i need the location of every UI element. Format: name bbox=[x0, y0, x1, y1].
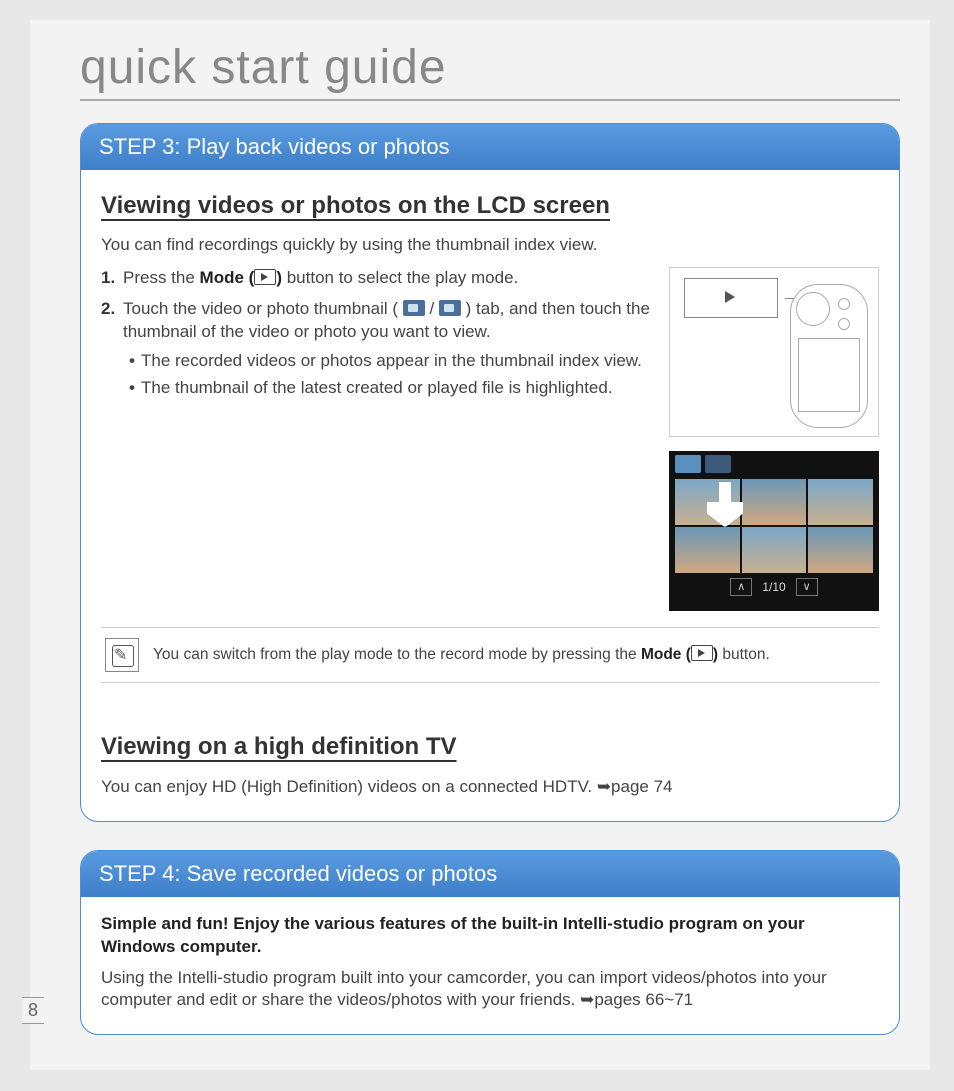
note-row: You can switch from the play mode to the… bbox=[101, 627, 879, 683]
video-tab-icon bbox=[403, 300, 425, 316]
step4-text: Using the Intelli-studio program built i… bbox=[101, 967, 879, 1013]
pagination-label: 1/10 bbox=[762, 579, 785, 595]
camera-lcd bbox=[798, 338, 860, 412]
thumbnail-screen: ∧ 1/10 ∨ bbox=[669, 451, 879, 611]
step4-header: STEP 4: Save recorded videos or photos bbox=[81, 851, 899, 897]
page-number: 8 bbox=[22, 997, 44, 1024]
thumbnail-cell bbox=[808, 479, 873, 525]
item1-text: Press the Mode () button to select the p… bbox=[123, 267, 653, 290]
play-mode-icon bbox=[254, 269, 276, 285]
device-diagram bbox=[669, 267, 879, 437]
thumbnail-cell bbox=[808, 527, 873, 573]
page-reference: ➥page 74 bbox=[597, 777, 673, 796]
page-up-icon: ∧ bbox=[730, 578, 752, 596]
page-reference: ➥pages 66~71 bbox=[580, 990, 693, 1009]
photo-tab bbox=[705, 455, 731, 473]
thumbnail-cell bbox=[675, 527, 740, 573]
section2-heading: Viewing on a high definition TV bbox=[101, 731, 879, 763]
step4-card: STEP 4: Save recorded videos or photos S… bbox=[80, 850, 900, 1036]
page-down-icon: ∨ bbox=[796, 578, 818, 596]
page-container: quick start guide STEP 3: Play back vide… bbox=[30, 20, 930, 1070]
instruction-list: 1. Press the Mode () button to select th… bbox=[101, 267, 653, 611]
step3-card: STEP 3: Play back videos or photos Viewi… bbox=[80, 123, 900, 822]
section2-text: You can enjoy HD (High Definition) video… bbox=[101, 776, 879, 799]
step4-bold-intro: Simple and fun! Enjoy the various featur… bbox=[101, 913, 879, 959]
item2-number: 2. bbox=[101, 298, 123, 404]
play-mode-icon bbox=[691, 645, 713, 661]
item2-text: Touch the video or photo thumbnail ( / )… bbox=[123, 298, 653, 404]
video-tab bbox=[675, 455, 701, 473]
bullet2: The thumbnail of the latest created or p… bbox=[141, 377, 613, 400]
item1-number: 1. bbox=[101, 267, 123, 290]
thumbnail-cell bbox=[742, 527, 807, 573]
callout-play-icon bbox=[684, 278, 778, 318]
page-title: quick start guide bbox=[80, 40, 900, 101]
step3-header: STEP 3: Play back videos or photos bbox=[81, 124, 899, 170]
note-text: You can switch from the play mode to the… bbox=[153, 645, 770, 666]
note-icon bbox=[105, 638, 139, 672]
section1-heading: Viewing videos or photos on the LCD scre… bbox=[101, 190, 879, 222]
section1-intro: You can find recordings quickly by using… bbox=[101, 234, 879, 257]
diagram-column: ∧ 1/10 ∨ bbox=[669, 267, 879, 611]
photo-tab-icon bbox=[439, 300, 461, 316]
bullet1: The recorded videos or photos appear in … bbox=[141, 350, 642, 373]
thumbnail-cell bbox=[742, 479, 807, 525]
step4-body: Simple and fun! Enjoy the various featur… bbox=[81, 897, 899, 1035]
step3-body: Viewing videos or photos on the LCD scre… bbox=[81, 170, 899, 821]
